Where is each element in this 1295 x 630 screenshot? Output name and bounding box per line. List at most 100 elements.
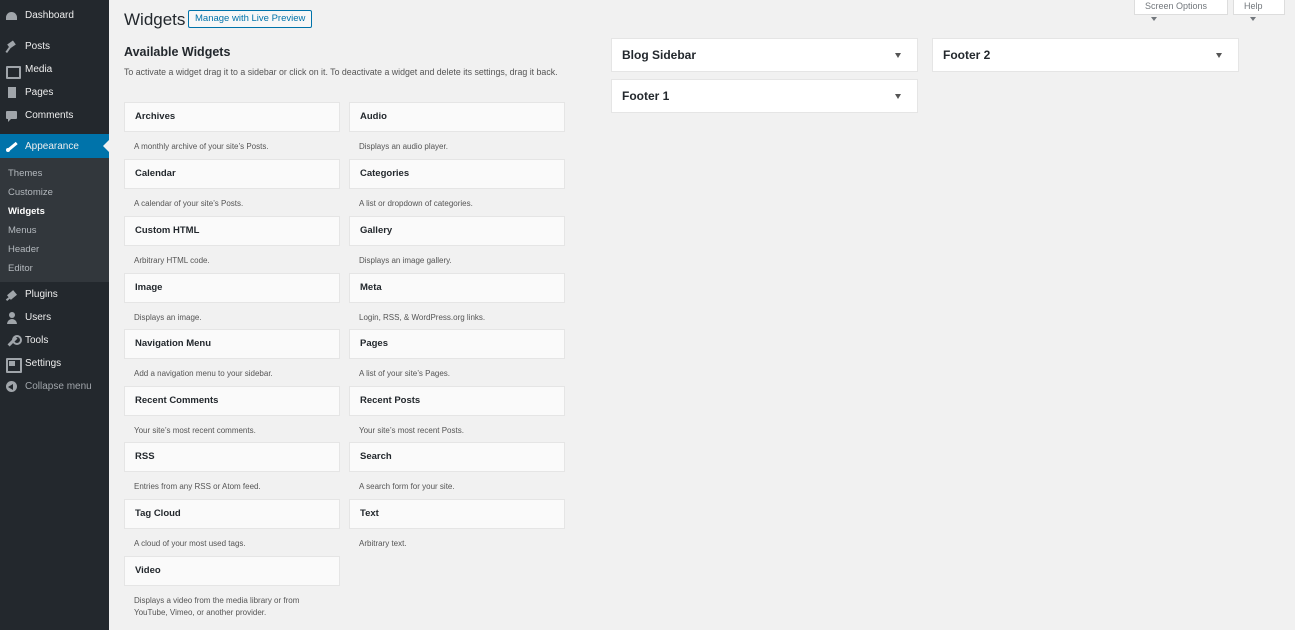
comments-icon — [6, 110, 18, 122]
menu-label: Media — [25, 64, 53, 75]
page-title: Widgets — [124, 10, 186, 29]
widget-title[interactable]: Archives — [124, 102, 340, 132]
widget-title[interactable]: Audio — [349, 102, 565, 132]
available-widgets-title: Available Widgets — [124, 45, 231, 59]
widget-title[interactable]: Custom HTML — [124, 216, 340, 246]
widget-recent-comments[interactable]: Recent Comments Your site’s most recent … — [124, 386, 340, 437]
widget-title[interactable]: Video — [124, 556, 340, 586]
media-icon — [6, 64, 21, 79]
sidebar-footer-2[interactable]: Footer 2 — [932, 38, 1239, 72]
sidebar-footer-1[interactable]: Footer 1 — [611, 79, 918, 113]
widget-gallery[interactable]: Gallery Displays an image gallery. — [349, 216, 565, 267]
menu-label: Comments — [25, 110, 74, 121]
widget-custom-html[interactable]: Custom HTML Arbitrary HTML code. — [124, 216, 340, 267]
widget-description: Displays an audio player. — [359, 142, 448, 151]
toggle-arrow-icon[interactable] — [895, 94, 901, 99]
widget-title[interactable]: Gallery — [349, 216, 565, 246]
pages-icon — [6, 86, 18, 99]
widget-description: Arbitrary text. — [359, 539, 407, 548]
widget-title[interactable]: Text — [349, 499, 565, 529]
live-preview-button[interactable]: Manage with Live Preview — [188, 10, 313, 28]
settings-icon — [6, 357, 22, 373]
widget-description: Add a navigation menu to your sidebar. — [134, 369, 273, 378]
widget-pages[interactable]: Pages A list of your site’s Pages. — [349, 329, 565, 380]
paintbrush-icon — [6, 140, 18, 152]
widget-title[interactable]: Recent Comments — [124, 386, 340, 416]
widget-description: Displays an image gallery. — [359, 256, 452, 265]
widget-description: Entries from any RSS or Atom feed. — [134, 482, 261, 491]
widget-title[interactable]: Image — [124, 273, 340, 303]
caret-down-icon — [1151, 17, 1157, 21]
widget-image[interactable]: Image Displays an image. — [124, 273, 340, 324]
widget-navigation-menu[interactable]: Navigation Menu Add a navigation menu to… — [124, 329, 340, 380]
widget-description: Your site’s most recent Posts. — [359, 426, 464, 435]
submenu-item-menus[interactable]: Menus — [8, 225, 37, 236]
widget-title[interactable]: Tag Cloud — [124, 499, 340, 529]
menu-item-dashboard[interactable]: Dashboard — [0, 4, 109, 27]
pushpin-icon — [6, 41, 18, 53]
widget-archives[interactable]: Archives A monthly archive of your site’… — [124, 102, 340, 153]
widget-description: A monthly archive of your site’s Posts. — [134, 142, 269, 151]
widget-title[interactable]: Recent Posts — [349, 386, 565, 416]
widget-title[interactable]: Search — [349, 442, 565, 472]
sidebar-title: Footer 2 — [943, 48, 991, 62]
sidebar-title: Footer 1 — [622, 89, 670, 103]
menu-item-plugins[interactable]: Plugins — [0, 283, 109, 306]
menu-item-settings[interactable]: Settings — [0, 352, 109, 375]
sidebar-title: Blog Sidebar — [622, 48, 697, 62]
menu-label: Pages — [25, 87, 54, 98]
widget-calendar[interactable]: Calendar A calendar of your site’s Posts… — [124, 159, 340, 210]
menu-label: Dashboard — [25, 10, 74, 21]
menu-item-pages[interactable]: Pages — [0, 81, 109, 104]
submenu-item-themes[interactable]: Themes — [8, 168, 42, 179]
widget-description: Arbitrary HTML code. — [134, 256, 210, 265]
submenu-item-widgets[interactable]: Widgets — [8, 206, 45, 217]
collapse-icon — [6, 380, 18, 393]
widget-description: A search form for your site. — [359, 482, 455, 491]
users-icon — [6, 311, 18, 324]
dashboard-icon — [6, 10, 18, 22]
help-button[interactable]: Help — [1233, 0, 1285, 21]
appearance-submenu: Themes Customize Widgets Menus Header Ed… — [0, 158, 109, 282]
menu-item-comments[interactable]: Comments — [0, 104, 109, 127]
widget-rss[interactable]: RSS Entries from any RSS or Atom feed. — [124, 442, 340, 493]
menu-item-users[interactable]: Users — [0, 306, 109, 329]
widget-search[interactable]: Search A search form for your site. — [349, 442, 565, 493]
widget-categories[interactable]: Categories A list or dropdown of categor… — [349, 159, 565, 210]
widget-video[interactable]: Video Displays a video from the media li… — [124, 556, 340, 619]
widget-audio[interactable]: Audio Displays an audio player. — [349, 102, 565, 153]
menu-item-posts[interactable]: Posts — [0, 35, 109, 58]
menu-label: Settings — [25, 358, 62, 369]
widget-title[interactable]: Pages — [349, 329, 565, 359]
widget-tag-cloud[interactable]: Tag Cloud A cloud of your most used tags… — [124, 499, 340, 550]
submenu-item-header[interactable]: Header — [8, 244, 39, 255]
admin-menu: Dashboard Posts Media Pages Comments App… — [0, 0, 109, 630]
widget-text[interactable]: Text Arbitrary text. — [349, 499, 565, 550]
menu-label: Collapse menu — [25, 381, 92, 392]
menu-item-appearance[interactable]: Appearance — [0, 134, 109, 158]
widget-description: A list of your site’s Pages. — [359, 369, 451, 378]
collapse-menu-button[interactable]: Collapse menu — [0, 375, 109, 398]
submenu-item-customize[interactable]: Customize — [8, 187, 53, 198]
widget-recent-posts[interactable]: Recent Posts Your site’s most recent Pos… — [349, 386, 565, 437]
sidebar-blog-sidebar[interactable]: Blog Sidebar — [611, 38, 918, 72]
menu-item-media[interactable]: Media — [0, 58, 109, 81]
toggle-arrow-icon[interactable] — [1216, 53, 1222, 58]
widget-title[interactable]: Calendar — [124, 159, 340, 189]
widget-title[interactable]: Categories — [349, 159, 565, 189]
widget-title[interactable]: Meta — [349, 273, 565, 303]
caret-down-icon — [1250, 17, 1256, 21]
available-widgets-description: To activate a widget drag it to a sideba… — [124, 67, 558, 77]
help-label: Help — [1244, 1, 1263, 11]
widget-description: Displays a video from the media library … — [134, 596, 300, 617]
menu-item-tools[interactable]: Tools — [0, 329, 109, 352]
widget-title[interactable]: Navigation Menu — [124, 329, 340, 359]
screen-options-button[interactable]: Screen Options — [1134, 0, 1228, 21]
menu-label: Tools — [25, 335, 49, 346]
widget-meta[interactable]: Meta Login, RSS, & WordPress.org links. — [349, 273, 565, 324]
toggle-arrow-icon[interactable] — [895, 53, 901, 58]
widget-title[interactable]: RSS — [124, 442, 340, 472]
submenu-item-editor[interactable]: Editor — [8, 263, 33, 274]
widget-description: Displays an image. — [134, 313, 202, 322]
menu-label: Users — [25, 312, 52, 323]
